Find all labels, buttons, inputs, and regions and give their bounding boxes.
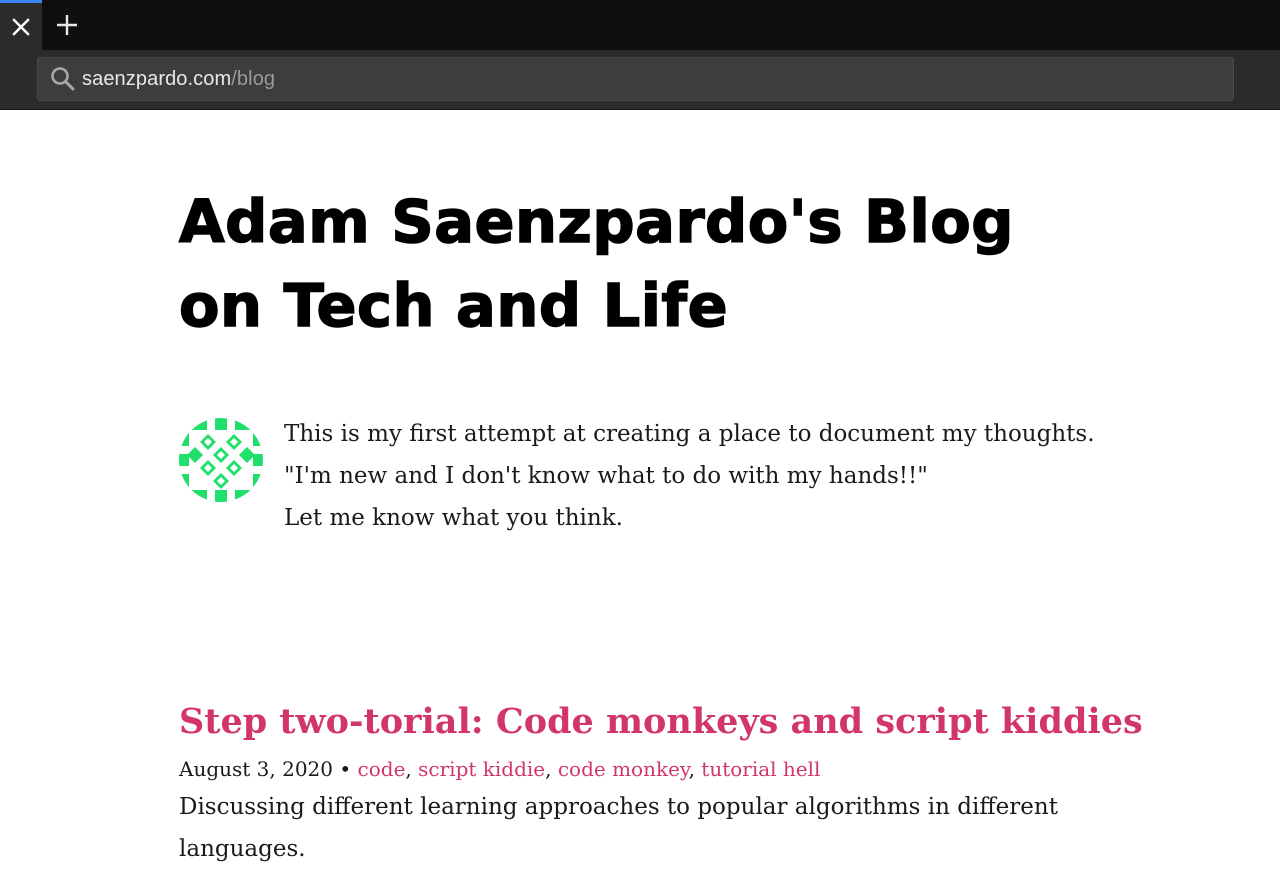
new-tab-button[interactable] <box>46 3 88 47</box>
intro-text: This is my first attempt at creating a p… <box>284 413 1095 539</box>
tag-comma: , <box>688 757 702 781</box>
post-description: Discussing different learning approaches… <box>179 794 1058 862</box>
blog-title: Adam Saenzpardo's Blog on Tech and Life <box>178 186 1014 341</box>
plus-icon <box>57 15 77 35</box>
address-path: /blog <box>231 67 276 90</box>
blog-page: Adam Saenzpardo's Blog on Tech and Life <box>178 110 1143 870</box>
intro-line: "I'm new and I don't know what to do wit… <box>284 463 928 489</box>
meta-separator: • <box>333 757 358 781</box>
close-icon <box>12 17 30 36</box>
address-url[interactable]: saenzpardo.com/blog <box>82 68 275 91</box>
intro-line: This is my first attempt at creating a p… <box>284 421 1095 447</box>
close-tab-button[interactable] <box>0 0 42 50</box>
tag-link-code[interactable]: code <box>358 757 406 781</box>
tag-comma: , <box>545 757 558 781</box>
post-date: August 3, 2020 <box>179 757 334 781</box>
tag-link-script-kiddie[interactable]: script kiddie <box>418 757 545 781</box>
avatar <box>179 418 263 502</box>
intro-line: Let me know what you think. <box>284 505 623 531</box>
tag-link-tutorial-hell[interactable]: tutorial hell <box>701 757 820 781</box>
post-title-link[interactable]: Step two-torial: Code monkeys and script… <box>179 698 1143 746</box>
post-meta: August 3, 2020 • code, script kiddie, co… <box>179 754 1109 784</box>
tab-bar <box>0 0 1280 50</box>
tag-comma: , <box>405 757 419 781</box>
post-item: Step two-torial: Code monkeys and script… <box>179 698 1143 870</box>
tag-link-code-monkey[interactable]: code monkey <box>558 757 689 781</box>
address-bar[interactable]: saenzpardo.com/blog <box>37 57 1234 101</box>
address-domain: saenzpardo.com <box>82 67 232 90</box>
intro-section: This is my first attempt at creating a p… <box>179 418 1109 539</box>
search-icon <box>46 66 80 92</box>
browser-chrome: saenzpardo.com/blog <box>0 0 1280 110</box>
browser-toolbar: saenzpardo.com/blog <box>0 50 1280 110</box>
